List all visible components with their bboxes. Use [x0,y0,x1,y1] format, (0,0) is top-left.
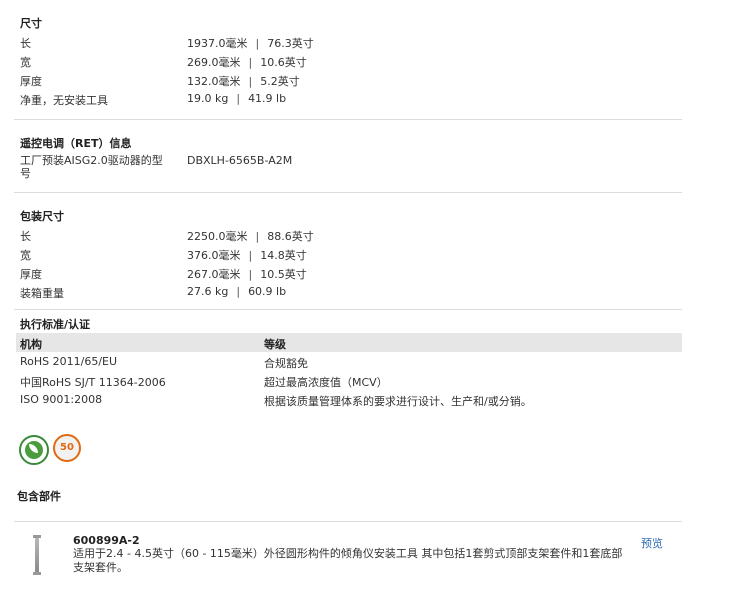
row-label: 装箱重量 [20,287,64,300]
standard-level: 根据该质量管理体系的要求进行设计、生产和/或分销。 [264,395,532,408]
row-value: 19.0 kg | 41.9 lb [187,92,287,105]
row-label: 长 [20,37,31,50]
row-value: 132.0毫米 | 5.2英寸 [187,75,300,88]
section-divider [14,521,682,522]
standards-table-header: 机构 等级 [16,333,682,352]
dimensions-heading: 尺寸 [20,17,42,30]
orange-50-year-icon: 50 [53,434,81,462]
row-value: 267.0毫米 | 10.5英寸 [187,268,307,281]
row-label: 宽 [20,249,31,262]
row-value: 27.6 kg | 60.9 lb [187,285,287,298]
row-label: 厚度 [20,268,42,281]
column-header-org: 机构 [20,338,42,351]
part-thumbnail-image [33,535,41,575]
standard-level: 超过最高浓度值（MCV） [264,376,388,389]
section-divider [14,192,682,193]
section-divider [14,309,682,310]
row-value: 376.0毫米 | 14.8英寸 [187,249,307,262]
row-value: 1937.0毫米 | 76.3英寸 [187,37,314,50]
ret-model-value: DBXLH-6565B-A2M [187,154,293,167]
included-heading: 包含部件 [17,490,61,503]
standard-org: ISO 9001:2008 [20,393,103,406]
ret-label: 工厂预装AISG2.0驱动器的型 号 [20,154,163,180]
section-divider [14,119,682,120]
row-label: 厚度 [20,75,42,88]
standard-org: RoHS 2011/65/EU [20,355,118,368]
standards-heading: 执行标准/认证 [20,318,91,331]
column-header-level: 等级 [264,338,286,351]
row-label: 宽 [20,56,31,69]
row-label: 净重，无安装工具 [20,94,108,107]
preview-link[interactable]: 预览 [641,535,663,551]
part-number: 600899A-2 [73,534,140,547]
green-leaf-rohs-icon [19,435,49,465]
row-value: 269.0毫米 | 10.6英寸 [187,56,307,69]
row-label: 长 [20,230,31,243]
part-description: 适用于2.4 - 4.5英寸（60 - 115毫米）外径圆形构件的倾角仪安装工具… [73,547,623,574]
row-value: 2250.0毫米 | 88.6英寸 [187,230,314,243]
standard-org: 中国RoHS SJ/T 11364-2006 [20,376,166,389]
standard-level: 合规豁免 [264,357,308,370]
ret-heading: 遥控电调（RET）信息 [20,137,132,150]
packaging-heading: 包装尺寸 [20,210,64,223]
